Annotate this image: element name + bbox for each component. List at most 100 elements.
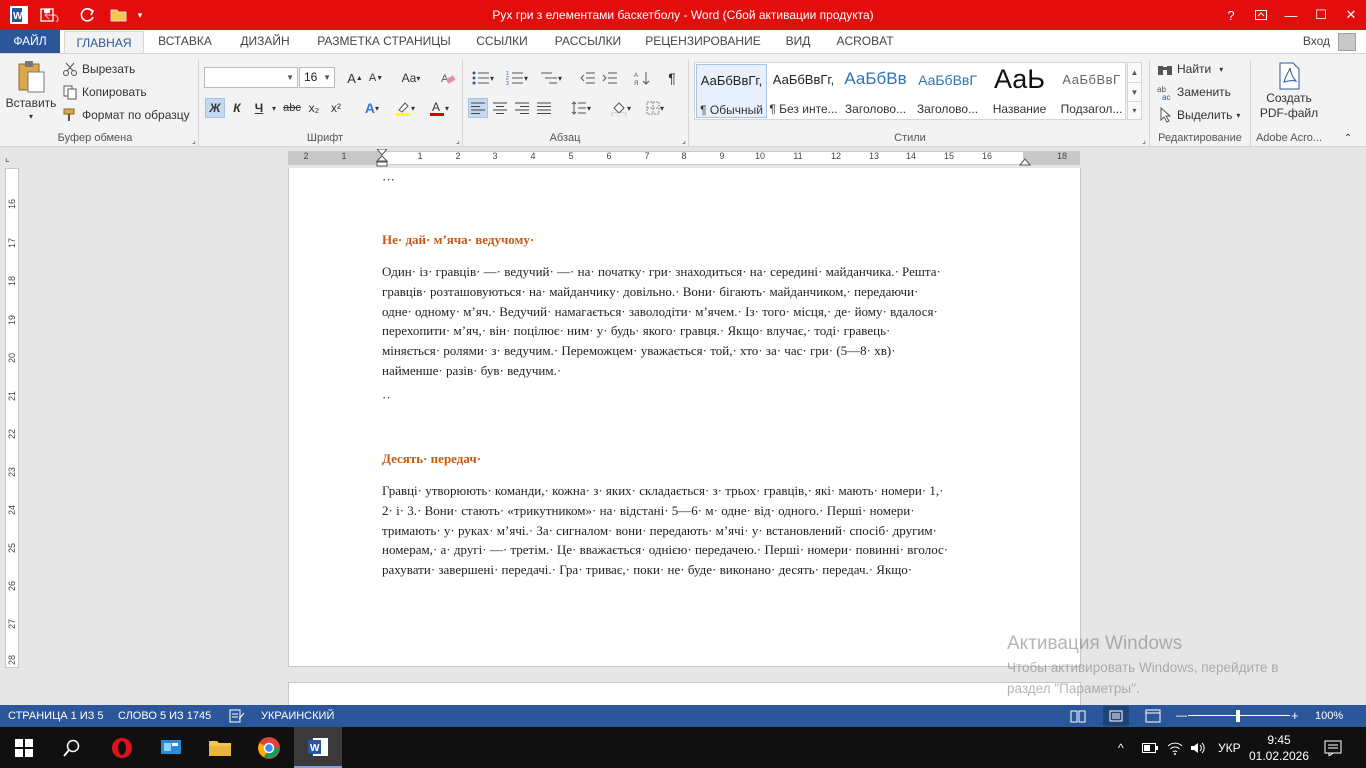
paragraph-launcher-icon[interactable]: ⌟ xyxy=(674,130,694,150)
underline-button[interactable]: Ч xyxy=(249,98,269,118)
vertical-ruler[interactable]: 16 17 18 19 20 21 22 23 24 25 26 27 28 xyxy=(5,168,19,668)
volume-icon[interactable] xyxy=(1190,727,1206,768)
justify-icon[interactable] xyxy=(534,98,554,118)
sort-icon[interactable]: AЯ xyxy=(632,68,652,88)
ribbon-display-options-button[interactable] xyxy=(1246,0,1276,30)
maximize-button[interactable]: ☐ xyxy=(1306,0,1336,30)
proofing-icon[interactable] xyxy=(229,709,245,723)
zoom-slider-thumb[interactable] xyxy=(1236,710,1240,722)
chrome-icon[interactable] xyxy=(245,727,293,768)
word-taskbar-icon[interactable]: W xyxy=(294,727,342,768)
tab-acrobat[interactable]: ACROBAT xyxy=(830,30,900,53)
italic-button[interactable]: К xyxy=(227,98,247,118)
zoom-level[interactable]: 100% xyxy=(1315,705,1343,727)
tab-view[interactable]: ВИД xyxy=(776,30,820,53)
tab-selector-icon[interactable]: ⌞ xyxy=(5,153,17,165)
align-right-icon[interactable] xyxy=(512,98,532,118)
zoom-out-button[interactable]: — xyxy=(1176,705,1187,727)
clear-formatting-icon[interactable]: A xyxy=(438,68,458,88)
replace-button[interactable]: ab ac Заменить xyxy=(1157,84,1231,102)
copy-button[interactable]: Копировать xyxy=(62,84,147,100)
sign-in-link[interactable]: Вход xyxy=(1303,30,1330,53)
battery-icon[interactable] xyxy=(1142,727,1158,768)
next-page[interactable] xyxy=(288,682,1081,705)
collapse-ribbon-icon[interactable]: ⌃ xyxy=(1338,128,1358,148)
style-heading1[interactable]: АаБбВв Заголово... xyxy=(840,64,911,118)
right-indent-marker-icon[interactable] xyxy=(1019,156,1031,166)
language-indicator[interactable]: УКРАИНСКИЙ xyxy=(261,705,334,727)
superscript-button[interactable]: x² xyxy=(326,98,346,118)
paste-button[interactable]: Вставить ▾ xyxy=(6,60,56,124)
tab-design[interactable]: ДИЗАЙН xyxy=(230,30,300,53)
styles-scrollbar[interactable]: ▲ ▼ ▾ xyxy=(1127,62,1142,120)
file-explorer-icon[interactable] xyxy=(196,727,244,768)
bold-button[interactable]: Ж xyxy=(205,98,225,118)
tab-file[interactable]: ФАЙЛ xyxy=(0,30,60,53)
select-button[interactable]: Выделить ▾ xyxy=(1157,106,1240,123)
zoom-in-button[interactable]: + xyxy=(1291,705,1299,727)
font-size-combo[interactable]: 16 ▼ xyxy=(299,67,335,88)
more-styles-icon[interactable]: ▾ xyxy=(1128,101,1141,119)
style-normal[interactable]: АаБбВвГг, ¶ Обычный xyxy=(696,64,767,118)
chevron-up-icon[interactable]: ▲ xyxy=(1128,63,1141,82)
align-left-icon[interactable] xyxy=(468,98,488,118)
change-case-button[interactable]: Aa ▾ xyxy=(396,68,426,88)
chevron-down-icon[interactable]: ▼ xyxy=(1128,82,1141,101)
tray-expand-icon[interactable]: ^ xyxy=(1118,727,1124,768)
multilevel-list-button[interactable]: ▾ xyxy=(536,68,566,88)
notifications-icon[interactable] xyxy=(1324,727,1342,768)
paste-dropdown-icon[interactable]: ▾ xyxy=(29,112,33,121)
font-launcher-icon[interactable]: ⌟ xyxy=(448,130,468,150)
close-button[interactable]: ✕ xyxy=(1336,0,1366,30)
create-pdf-button[interactable]: Создать PDF-файл xyxy=(1254,62,1324,128)
help-button[interactable]: ? xyxy=(1216,0,1246,30)
style-subtitle[interactable]: АаБбВвГ Подзагол... xyxy=(1056,64,1127,118)
shrink-font-button[interactable]: A ▼ xyxy=(366,68,386,88)
style-title[interactable]: АаЬ Название xyxy=(984,64,1055,118)
format-painter-button[interactable]: Формат по образцу xyxy=(62,107,190,123)
tab-insert[interactable]: ВСТАВКА xyxy=(150,30,220,53)
keyboard-language[interactable]: УКР xyxy=(1218,727,1241,768)
find-button[interactable]: Найти ▾ xyxy=(1157,61,1223,77)
clock[interactable]: 9:45 01.02.2026 xyxy=(1249,727,1309,768)
page-count[interactable]: СТРАНИЦА 1 ИЗ 5 xyxy=(8,705,104,727)
cut-button[interactable]: Вырезать xyxy=(62,61,135,77)
font-name-combo[interactable]: ▼ xyxy=(204,67,298,88)
shading-button[interactable]: ▾ xyxy=(606,98,636,118)
tab-layout[interactable]: РАЗМЕТКА СТРАНИЦЫ xyxy=(310,30,458,53)
grow-font-button[interactable]: A ▲ xyxy=(345,68,365,88)
align-center-icon[interactable] xyxy=(490,98,510,118)
windows-start-icon[interactable] xyxy=(0,727,48,768)
text-effects-button[interactable]: A ▾ xyxy=(358,98,386,118)
horizontal-ruler[interactable]: 2 1 1 2 3 4 5 6 7 8 9 10 11 12 13 14 15 … xyxy=(288,149,1080,167)
minimize-button[interactable]: — xyxy=(1276,0,1306,30)
tab-home[interactable]: ГЛАВНАЯ xyxy=(64,31,144,54)
tab-references[interactable]: ССЫЛКИ xyxy=(468,30,536,53)
avatar[interactable] xyxy=(1338,32,1356,51)
increase-indent-icon[interactable] xyxy=(600,68,620,88)
clipboard-launcher-icon[interactable]: ⌟ xyxy=(184,130,204,150)
print-layout-icon[interactable] xyxy=(1103,706,1129,726)
decrease-indent-icon[interactable] xyxy=(578,68,598,88)
font-color-button[interactable]: A ▾ xyxy=(424,98,454,118)
indent-marker-icon[interactable] xyxy=(376,149,388,167)
search-icon[interactable] xyxy=(48,727,96,768)
word-count[interactable]: СЛОВО 5 ИЗ 1745 xyxy=(118,705,211,727)
page[interactable]: ··· Не· дай· м’яча· ведучому· Один· із· … xyxy=(288,168,1081,667)
strikethrough-button[interactable]: abc xyxy=(282,98,302,118)
underline-dropdown-icon[interactable]: ▾ xyxy=(268,98,280,118)
line-spacing-button[interactable]: ▾ xyxy=(566,98,596,118)
subscript-button[interactable]: x₂ xyxy=(304,98,324,118)
style-no-spacing[interactable]: АаБбВвГг, ¶ Без инте... xyxy=(768,64,839,118)
network-icon[interactable] xyxy=(1167,727,1183,768)
opera-icon[interactable] xyxy=(98,727,146,768)
numbering-button[interactable]: 1 2 3 ▾ xyxy=(502,68,532,88)
control-panel-icon[interactable] xyxy=(147,727,195,768)
borders-button[interactable]: ▾ xyxy=(640,98,670,118)
show-formatting-marks-icon[interactable]: ¶ xyxy=(662,68,682,88)
highlight-color-button[interactable]: ▾ xyxy=(390,98,420,118)
tab-mailings[interactable]: РАССЫЛКИ xyxy=(546,30,630,53)
bullets-button[interactable]: ▾ xyxy=(468,68,498,88)
tab-review[interactable]: РЕЦЕНЗИРОВАНИЕ xyxy=(640,30,766,53)
style-heading2[interactable]: АаБбВвГ Заголово... xyxy=(912,64,983,118)
